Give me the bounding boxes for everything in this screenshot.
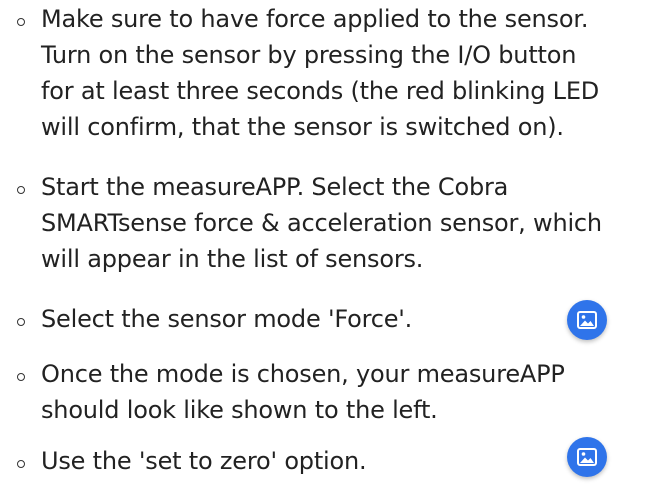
step-text-line: Make sure to have force applied to the s… — [41, 5, 589, 33]
step-text-line: will appear in the list of sensors. — [41, 245, 424, 273]
hollow-bullet-icon — [17, 318, 25, 326]
step-text-line: Start the measureAPP. Select the Cobra — [41, 173, 509, 201]
step-text: Once the mode is chosen, your measureAPP… — [41, 356, 565, 428]
step-text-line: will confirm, that the sensor is switche… — [41, 113, 564, 141]
step-text: Make sure to have force applied to the s… — [41, 1, 599, 145]
step-text-line: Turn on the sensor by pressing the I/O b… — [41, 41, 577, 69]
step-text-line: for at least three seconds (the red blin… — [41, 77, 600, 105]
image-icon — [577, 311, 597, 329]
hollow-bullet-icon — [17, 186, 25, 194]
hollow-bullet-icon — [17, 460, 25, 468]
step-text-line: Use the 'set to zero' option. — [41, 447, 367, 475]
step-text-line: SMARTsense force & acceleration sensor, … — [41, 209, 602, 237]
step-text-line: should look like shown to the left. — [41, 396, 438, 424]
show-image-button[interactable] — [567, 300, 607, 340]
step-text: Use the 'set to zero' option. — [41, 443, 367, 479]
image-icon — [577, 448, 597, 466]
step-text: Start the measureAPP. Select the Cobra S… — [41, 169, 602, 277]
hollow-bullet-icon — [17, 18, 25, 26]
hollow-bullet-icon — [17, 373, 25, 381]
step-text-line: Select the sensor mode 'Force'. — [41, 305, 413, 333]
show-image-button[interactable] — [567, 437, 607, 477]
step-text: Select the sensor mode 'Force'. — [41, 301, 412, 337]
step-text-line: Once the mode is chosen, your measureAPP — [41, 360, 565, 388]
